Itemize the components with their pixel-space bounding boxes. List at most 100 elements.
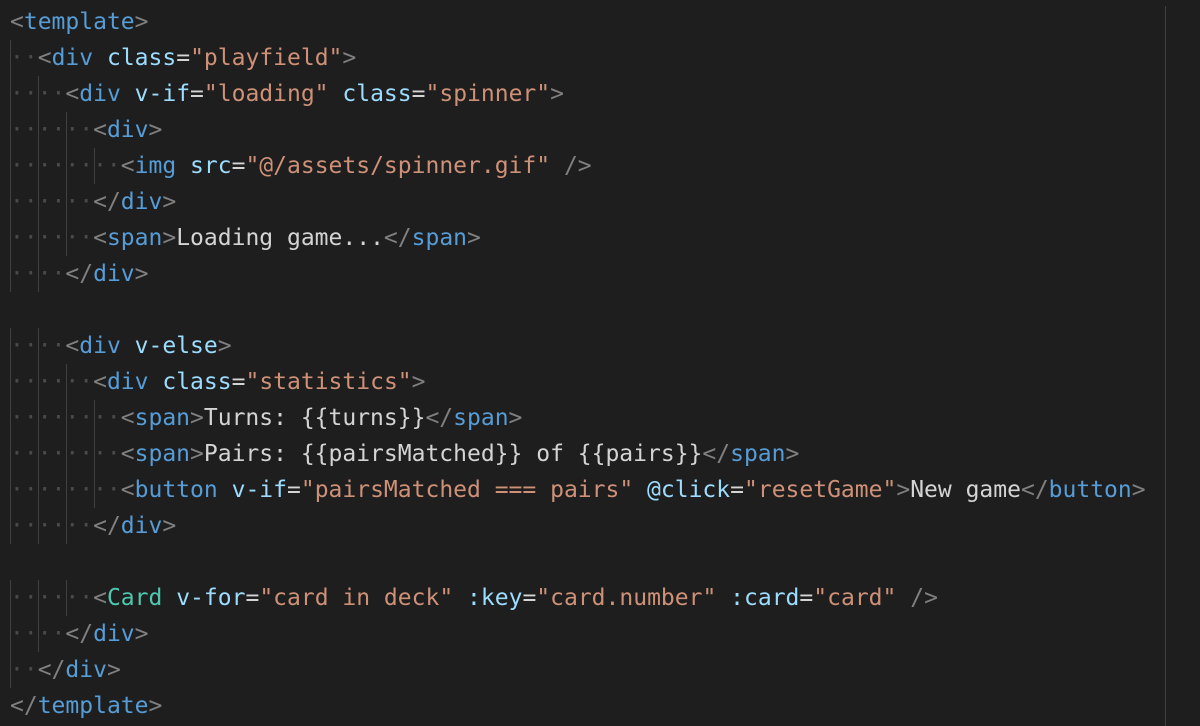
code-token-string: "spinner": [425, 81, 551, 107]
indent-guide: [66, 400, 67, 436]
code-token-attr: :card: [730, 585, 800, 611]
code-line: <template>: [10, 4, 1146, 40]
code-line: ········<span>Turns: {{turns}}</span>: [10, 400, 1146, 436]
code-line: ··<div class="playfield">: [10, 40, 1146, 76]
code-token-punct: >: [148, 117, 163, 143]
code-editor[interactable]: <template> ··<div class="playfield"> ····<…: [0, 0, 1200, 726]
indent-guide: [10, 220, 11, 256]
code-token-attr: class: [162, 369, 232, 395]
code-token-text: =: [730, 477, 744, 503]
code-line: ······<span>Loading game...</span>: [10, 220, 1146, 256]
code-token-punct: >: [190, 441, 204, 467]
indent-guide: [38, 256, 39, 292]
code-token-tag: div: [93, 261, 135, 287]
indent-whitespace: ··: [10, 657, 38, 683]
code-token-tag: div: [93, 621, 135, 647]
code-token-punct: >: [508, 405, 523, 431]
code-token-attr: class: [342, 81, 412, 107]
code-token-text: Turns: {{turns}}: [203, 405, 426, 431]
indent-guide: [66, 364, 67, 400]
code-line: ··</div>: [10, 652, 1146, 688]
code-area[interactable]: <template> ··<div class="playfield"> ····<…: [10, 4, 1146, 724]
code-token-tag: template: [23, 9, 135, 35]
code-token-punct: >: [785, 441, 800, 467]
code-token-attr: v-if: [231, 477, 287, 503]
code-token-punct: </: [93, 513, 121, 539]
code-token-text: =: [176, 45, 191, 71]
code-token-attr: src: [190, 153, 232, 179]
indent-whitespace: ······: [10, 513, 94, 539]
indent-guide: [10, 652, 11, 688]
indent-guide: [66, 112, 67, 148]
code-token-string: "loading": [203, 81, 329, 107]
code-token-punct: >: [148, 693, 163, 719]
indent-guide: [10, 76, 11, 112]
indent-guide: [10, 364, 11, 400]
code-token-punct: <: [65, 81, 80, 107]
code-token-punct: >: [162, 513, 177, 539]
indent-whitespace: ··: [10, 45, 38, 71]
code-token-attr: v-for: [176, 585, 246, 611]
code-token-punct: </: [65, 621, 94, 647]
code-token-tag: span: [106, 225, 163, 251]
code-token-punct: <: [93, 585, 107, 611]
code-token-tag: div: [106, 117, 149, 143]
code-token-punct: >: [106, 657, 121, 683]
code-token-punct: >: [190, 405, 204, 431]
code-line: ······</div>: [10, 184, 1146, 220]
indent-guide: [66, 436, 67, 472]
indent-whitespace: ······: [10, 369, 94, 395]
code-line: ····</div>: [10, 256, 1146, 292]
indent-guide: [38, 328, 39, 364]
code-token-tag: button: [1048, 477, 1132, 503]
indent-guide: [38, 436, 39, 472]
code-token-attr: @click: [647, 477, 731, 503]
indent-guide: [10, 616, 11, 652]
code-token-punct: />: [563, 153, 592, 179]
code-token-string: "card in deck": [259, 585, 454, 611]
code-token-punct: </: [65, 261, 94, 287]
indent-guide: [10, 472, 11, 508]
indent-guide: [38, 112, 39, 148]
indent-guide: [10, 580, 11, 616]
code-token-string: "card.number": [536, 585, 717, 611]
indent-guide: [38, 616, 39, 652]
code-token-component: Card: [106, 585, 163, 611]
code-token-attr: :key: [467, 585, 523, 611]
indent-guide: [66, 220, 67, 256]
code-token-text: Loading game...: [176, 225, 384, 251]
indent-guide: [10, 184, 11, 220]
code-token-punct: <: [65, 333, 80, 359]
code-token-tag: span: [134, 441, 191, 467]
indent-guide: [66, 580, 67, 616]
indent-guide: [38, 76, 39, 112]
indent-guide: [10, 148, 11, 184]
code-token-punct: >: [896, 477, 911, 503]
code-line: </template>: [10, 688, 1146, 724]
code-token-tag: span: [134, 405, 191, 431]
code-token-string: "resetGame": [744, 477, 897, 503]
code-token-punct: <: [120, 477, 135, 503]
indent-whitespace: ······: [10, 117, 94, 143]
code-token-attr: v-else: [134, 333, 218, 359]
indent-guide: [66, 148, 67, 184]
code-token-string: "statistics": [245, 369, 412, 395]
code-token-punct: </: [10, 693, 38, 719]
code-token-punct: >: [342, 45, 357, 71]
code-token-tag: div: [120, 189, 163, 215]
indent-whitespace: ······: [10, 585, 94, 611]
code-token-punct: <: [93, 225, 107, 251]
code-line: ········<span>Pairs: {{pairsMatched}} of…: [10, 436, 1146, 472]
code-line: ······<Card v-for="card in deck" :key="c…: [10, 580, 1146, 616]
code-token-tag: div: [120, 513, 163, 539]
code-token-punct: >: [162, 225, 177, 251]
